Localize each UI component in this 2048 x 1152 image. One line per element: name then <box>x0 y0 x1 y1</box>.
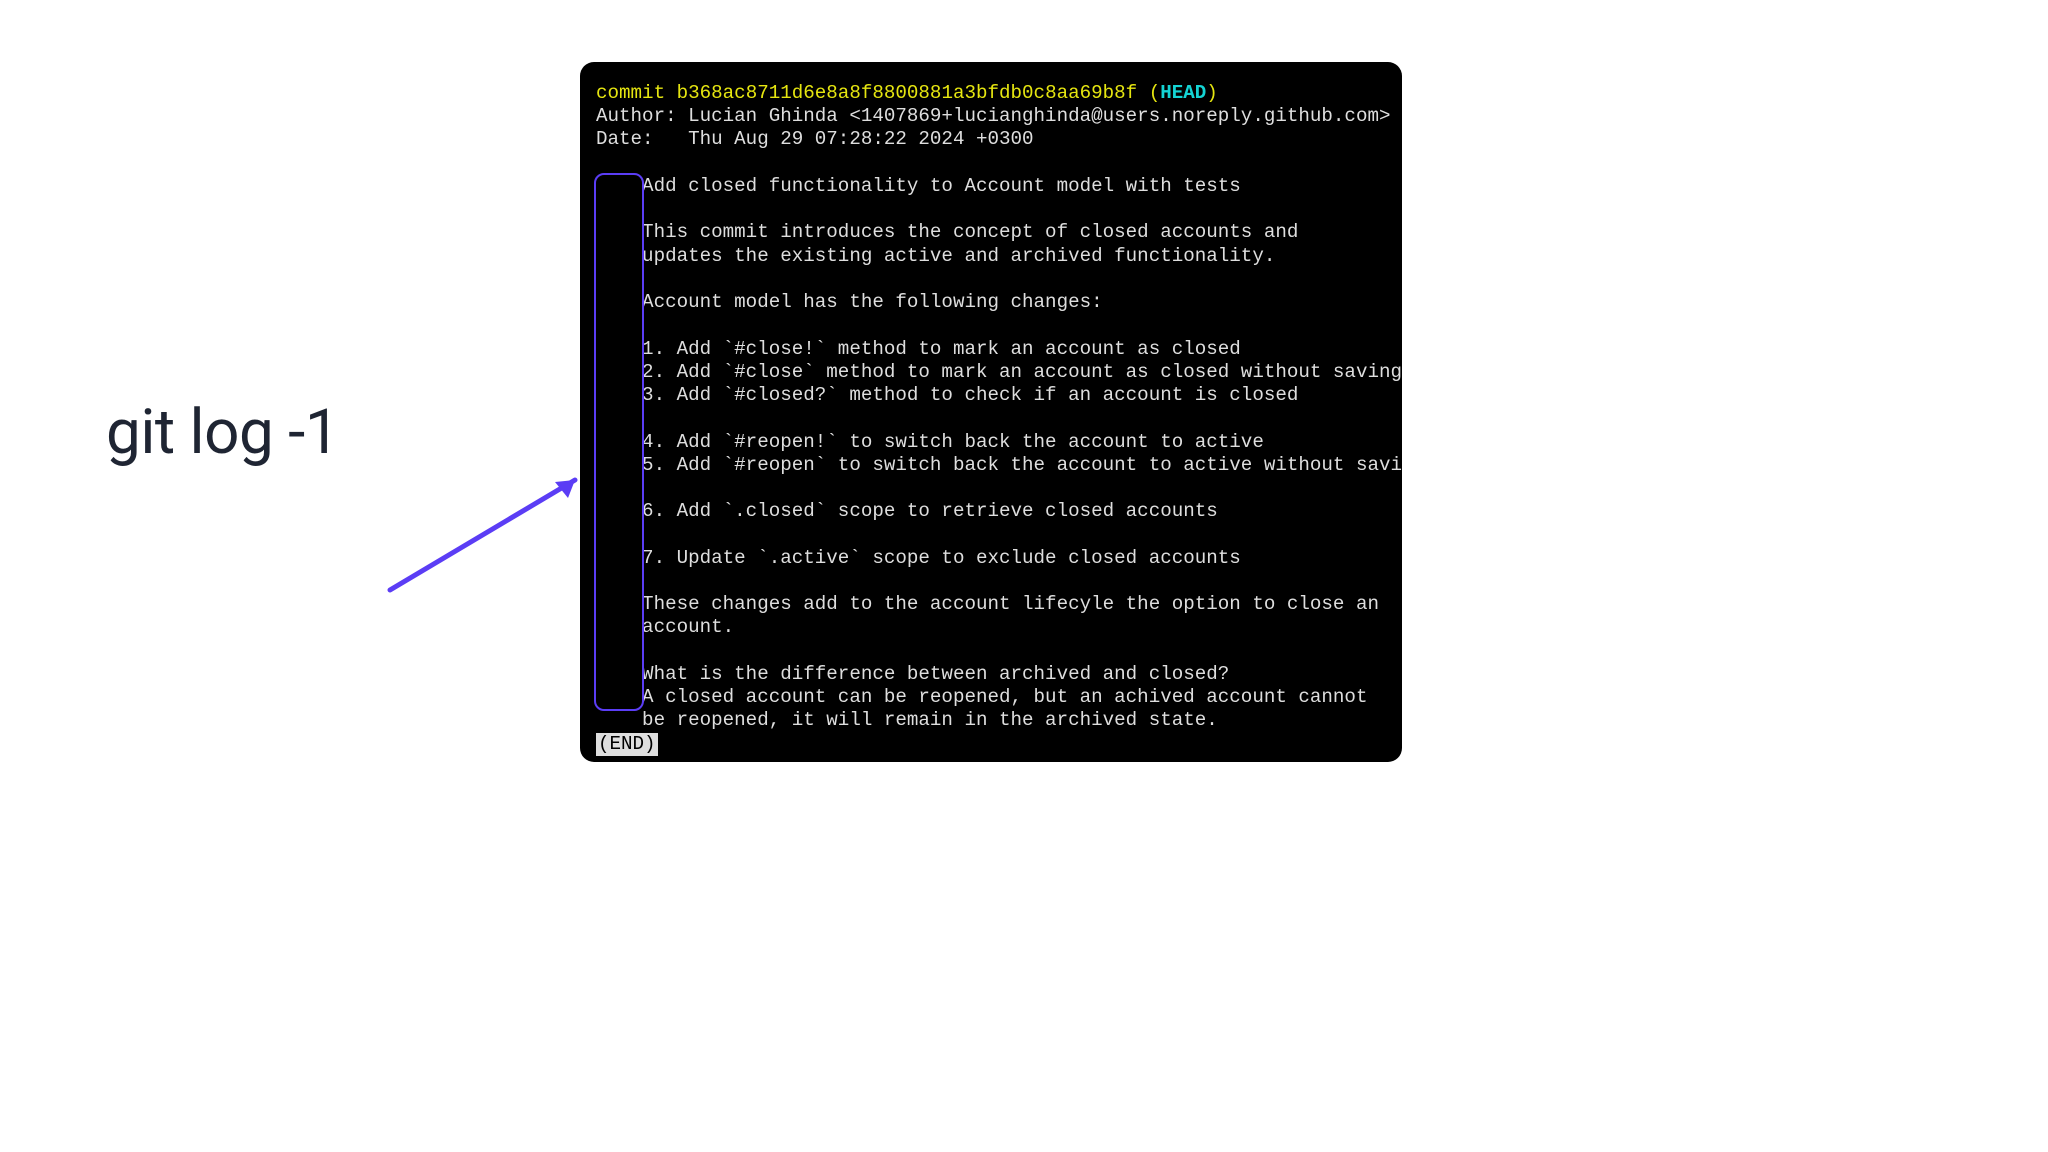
date-line: Date: Thu Aug 29 07:28:22 2024 +0300 <box>596 128 1034 150</box>
arrow-icon <box>380 460 600 600</box>
commit-head-ref: HEAD <box>1160 82 1206 104</box>
commit-prefix: commit <box>596 82 677 104</box>
commit-message-body: Add closed functionality to Account mode… <box>596 175 1402 731</box>
author-line: Author: Lucian Ghinda <1407869+lucianghi… <box>596 105 1391 127</box>
commit-hash: b368ac8711d6e8a8f8800881a3bfdb0c8aa69b8f <box>677 82 1138 104</box>
commit-paren-close: ) <box>1206 82 1218 104</box>
commit-paren-open: ( <box>1137 82 1160 104</box>
terminal-window[interactable]: commit b368ac8711d6e8a8f8800881a3bfdb0c8… <box>580 62 1402 762</box>
commit-line: commit b368ac8711d6e8a8f8800881a3bfdb0c8… <box>596 82 1218 104</box>
pager-end-marker: (END) <box>596 733 658 756</box>
caption-text: git log -1 <box>106 396 339 469</box>
